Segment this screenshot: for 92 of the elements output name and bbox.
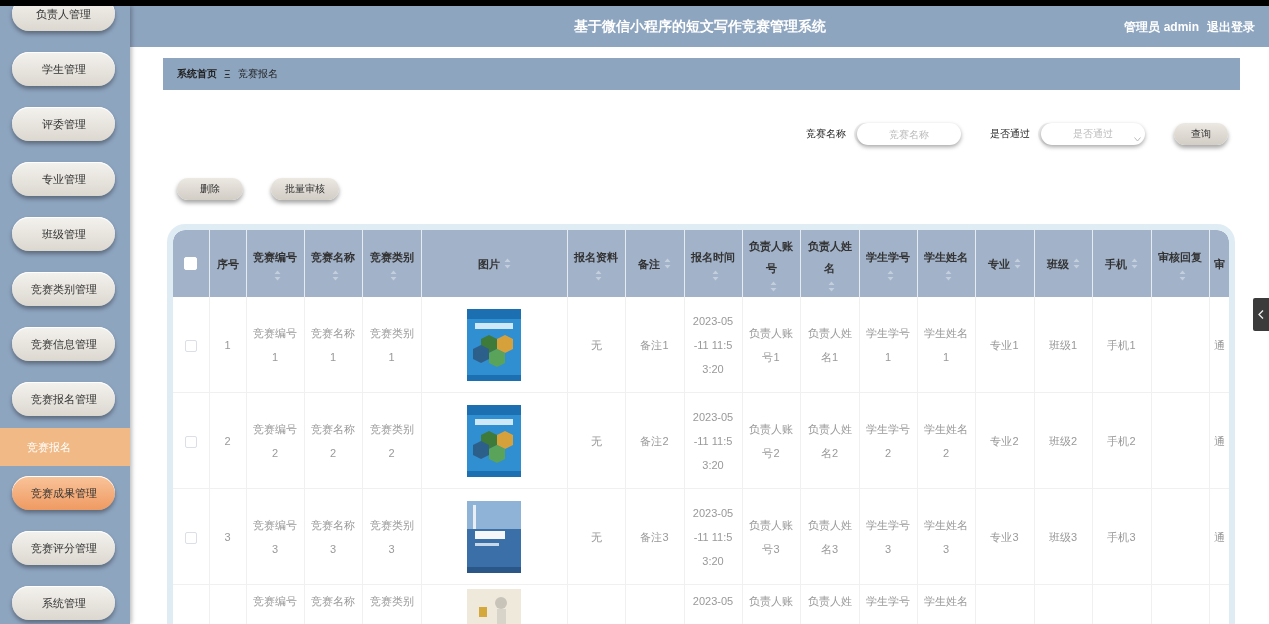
search-label: 是否通过: [990, 127, 1030, 141]
column-header: 手机: [1105, 256, 1127, 272]
table-cell-text: 学生姓名3: [924, 517, 968, 557]
table-cell-text: 2023-05: [692, 594, 734, 609]
column-header: 学生学号: [866, 250, 910, 266]
table-cell-text: 竞赛名称: [311, 594, 355, 609]
breadcrumb-separator: Ξ: [224, 68, 231, 80]
table-cell-text: 竞赛编号2: [253, 421, 297, 461]
column-header: 竞赛类别: [369, 250, 414, 266]
column-header: 报名资料: [574, 250, 618, 266]
table-cell-text: 学生姓名: [924, 594, 968, 609]
sidebar-menu-button[interactable]: 竞赛报名管理: [12, 382, 115, 416]
table-cell-text: 负责人姓名3: [807, 517, 852, 557]
table-cell-text: 学生姓名1: [924, 325, 968, 365]
table-cell-text: 负责人账号2: [749, 421, 793, 461]
table-cell-text: 负责人账号3: [749, 517, 793, 557]
breadcrumb-current: 竞赛报名: [237, 67, 278, 81]
table-cell-text: 2023-05-11 11:53:20: [691, 505, 735, 569]
table-cell-text: 手机1: [1107, 337, 1136, 353]
action-button[interactable]: 批量审核: [271, 178, 339, 200]
table-cell-text: 班级2: [1048, 433, 1078, 449]
table-cell-text: 专业3: [990, 529, 1019, 545]
table-cell-text: 负责人姓名1: [807, 325, 852, 365]
table-cell-text: 无: [590, 337, 602, 353]
table-cell-text: 通: [1214, 337, 1225, 353]
column-header: 负责人姓名: [806, 239, 853, 277]
table-cell-text: 通: [1214, 433, 1225, 449]
action-button[interactable]: 删除: [177, 178, 243, 200]
sidebar-menu-button[interactable]: 竞赛信息管理: [12, 327, 115, 361]
table-cell-text: 备注3: [640, 529, 669, 545]
column-header: 学生姓名: [924, 250, 968, 266]
table-cell-text: 竞赛类别3: [369, 517, 414, 557]
table-cell-text: 备注2: [640, 433, 669, 449]
sidebar-menu-button[interactable]: 竞赛评分管理: [12, 531, 115, 565]
table-cell-text: 备注1: [640, 337, 669, 353]
table-cell-text: 班级1: [1048, 337, 1078, 353]
table-cell-text: 无: [590, 529, 602, 545]
table-cell-text: 手机2: [1107, 433, 1136, 449]
table-cell-text: 学生学号: [866, 594, 910, 609]
sidebar-menu-button[interactable]: 评委管理: [12, 107, 115, 141]
sidebar-menu-button[interactable]: 学生管理: [12, 52, 115, 86]
user-label: 管理员 admin: [1124, 19, 1199, 36]
table-cell-text: 3: [224, 529, 231, 545]
sidebar-menu-button[interactable]: 竞赛类别管理: [12, 272, 115, 306]
table-cell-text: 学生学号1: [866, 325, 910, 365]
column-header: 负责人账号: [748, 239, 794, 277]
search-label: 竞赛名称: [806, 127, 846, 141]
table-cell-text: 无: [590, 433, 602, 449]
table-cell-text: 负责人账号1: [749, 325, 793, 365]
sidebar-menu-button[interactable]: 负责人管理: [12, 6, 115, 31]
table-cell-text: 学生学号2: [866, 421, 910, 461]
column-header: 竞赛名称: [311, 250, 355, 266]
table-cell-text: 2023-05-11 11:53:20: [691, 409, 735, 473]
table-cell-text: 专业1: [990, 337, 1019, 353]
column-header: 审: [1214, 256, 1225, 272]
column-header: 序号: [216, 256, 239, 272]
sidebar-menu-button[interactable]: 竞赛成果管理: [12, 476, 115, 510]
table-cell-text: 竞赛编号1: [253, 325, 297, 365]
sidebar-menu-button[interactable]: 专业管理: [12, 162, 115, 196]
table-cell-text: 竞赛名称3: [311, 517, 355, 557]
table-cell-text: 专业2: [990, 433, 1019, 449]
sidebar-menu-button[interactable]: 班级管理: [12, 217, 115, 251]
table-cell-text: 班级3: [1048, 529, 1078, 545]
table-cell-text: 竞赛类别2: [369, 421, 414, 461]
search-field[interactable]: 竞赛名称: [857, 123, 961, 145]
table-cell-text: 2: [224, 433, 231, 449]
column-header: 班级: [1046, 256, 1069, 272]
table-cell-text: 竞赛编号3: [253, 517, 297, 557]
column-header: 备注: [638, 256, 660, 272]
table-cell-text: 负责人姓: [807, 594, 852, 609]
breadcrumb-home-link[interactable]: 系统首页: [177, 67, 217, 81]
table-cell-text: 学生学号3: [866, 517, 910, 557]
table-cell-text: 竞赛类别1: [369, 325, 414, 365]
column-header: 图片: [477, 256, 500, 272]
table-cell-text: 竞赛编号: [253, 594, 297, 609]
table-cell-text: 2023-05-11 11:53:20: [691, 313, 735, 377]
table-cell-text: 负责人账: [749, 594, 793, 609]
column-header: 专业: [988, 256, 1010, 272]
table-cell-text: 1: [224, 337, 231, 353]
sidebar-menu-button[interactable]: 系统管理: [12, 586, 115, 620]
table-cell-text: 竞赛名称2: [311, 421, 355, 461]
table-cell-text: 竞赛类别: [369, 594, 414, 609]
table-cell-text: 竞赛名称1: [311, 325, 355, 365]
column-header: 审核回复: [1158, 250, 1202, 266]
table-cell-text: 手机3: [1107, 529, 1136, 545]
table-cell-text: 负责人姓名2: [807, 421, 852, 461]
column-header: 报名时间: [691, 250, 735, 266]
app-title: 基于微信小程序的短文写作竞赛管理系统: [573, 17, 826, 36]
table-cell-text: 学生姓名2: [924, 421, 968, 461]
table-cell-text: 通: [1214, 529, 1225, 545]
column-header: 竞赛编号: [253, 250, 297, 266]
search-button[interactable]: 查询: [1174, 123, 1228, 145]
